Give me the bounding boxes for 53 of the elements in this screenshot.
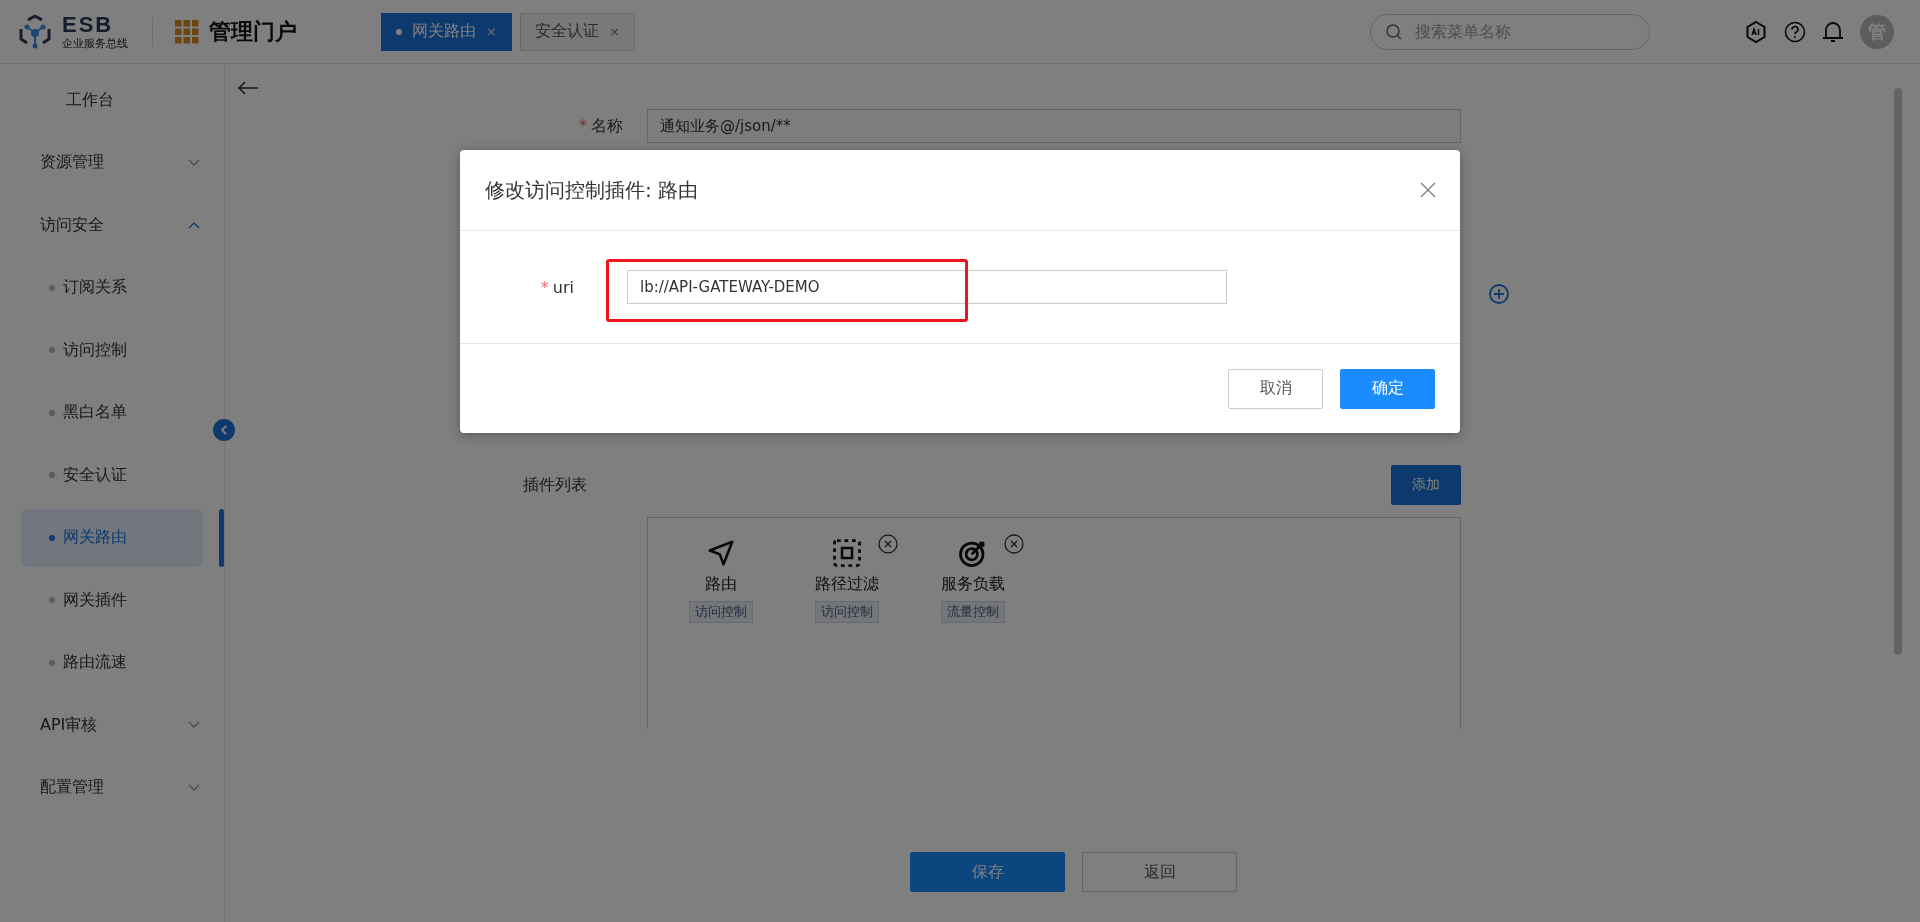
dashed-square-icon xyxy=(832,538,862,568)
remove-icon[interactable] xyxy=(1004,534,1024,554)
help-icon[interactable] xyxy=(1784,20,1806,43)
save-button[interactable]: 保存 xyxy=(910,852,1065,892)
collapse-button[interactable] xyxy=(213,419,235,441)
plugin-tag: 访问控制 xyxy=(689,601,753,623)
dialog-title: 修改访问控制插件: 路由 xyxy=(485,176,699,204)
add-circle-icon[interactable] xyxy=(1488,283,1510,305)
confirm-button[interactable]: 确定 xyxy=(1340,368,1435,409)
menu-group[interactable]: 访问安全 xyxy=(40,214,104,236)
portal-title: 管理门户 xyxy=(209,17,297,46)
submenu-item[interactable]: 黑白名单 xyxy=(21,383,203,442)
menu-group[interactable]: API审核 xyxy=(40,714,98,736)
plugin-name[interactable]: 路径过滤 xyxy=(815,574,879,595)
section-label: 插件列表 xyxy=(523,474,588,496)
required-mark: * xyxy=(579,115,587,135)
ai-icon[interactable] xyxy=(1744,19,1768,44)
field-label: 名称 xyxy=(591,115,623,135)
scrollbar-thumb[interactable] xyxy=(1894,88,1902,655)
required-mark: * xyxy=(540,277,549,297)
cancel-button[interactable]: 取消 xyxy=(1228,368,1323,409)
grid-icon xyxy=(175,19,199,44)
page-tab[interactable]: 网关路由 × xyxy=(381,12,512,51)
menu-item[interactable]: 工作台 xyxy=(66,89,114,111)
bell-icon[interactable] xyxy=(1822,19,1844,44)
plugin-tag: 流量控制 xyxy=(941,601,1005,623)
close-icon[interactable] xyxy=(1420,182,1436,198)
uri-input[interactable]: lb://API-GATEWAY-DEMO xyxy=(627,270,1227,304)
submenu-item[interactable]: 网关插件 xyxy=(21,571,203,630)
plugin-name[interactable]: 路由 xyxy=(705,574,737,595)
remove-icon[interactable] xyxy=(878,534,898,554)
submenu-item[interactable]: 访问控制 xyxy=(21,321,203,380)
submenu-item[interactable]: 订阅关系 xyxy=(21,258,203,317)
logo-title: ESB xyxy=(62,14,115,36)
plugin-tag: 访问控制 xyxy=(815,601,879,623)
search-icon xyxy=(1385,22,1403,41)
logo-subtitle: 企业服务总线 xyxy=(62,38,128,49)
active-indicator xyxy=(219,508,224,567)
back-arrow-icon[interactable] xyxy=(237,80,259,96)
submenu-item[interactable]: 路由流速 xyxy=(21,633,203,692)
page-tab[interactable]: 安全认证 × xyxy=(519,12,635,51)
logo-icon xyxy=(18,14,52,49)
submenu-item[interactable]: 安全认证 xyxy=(21,446,203,505)
add-button[interactable]: 添加 xyxy=(1391,465,1461,505)
chevron-left-icon xyxy=(220,425,228,435)
submenu-item[interactable]: 网关路由 xyxy=(21,508,203,567)
name-input[interactable]: 通知业务@/json/** xyxy=(647,109,1461,143)
menu-group[interactable]: 配置管理 xyxy=(40,777,104,799)
field-label: uri xyxy=(552,277,574,297)
plugin-name[interactable]: 服务负载 xyxy=(941,574,1005,595)
back-button[interactable]: 返回 xyxy=(1082,852,1237,892)
menu-group[interactable]: 资源管理 xyxy=(40,152,104,174)
send-icon xyxy=(706,538,736,568)
